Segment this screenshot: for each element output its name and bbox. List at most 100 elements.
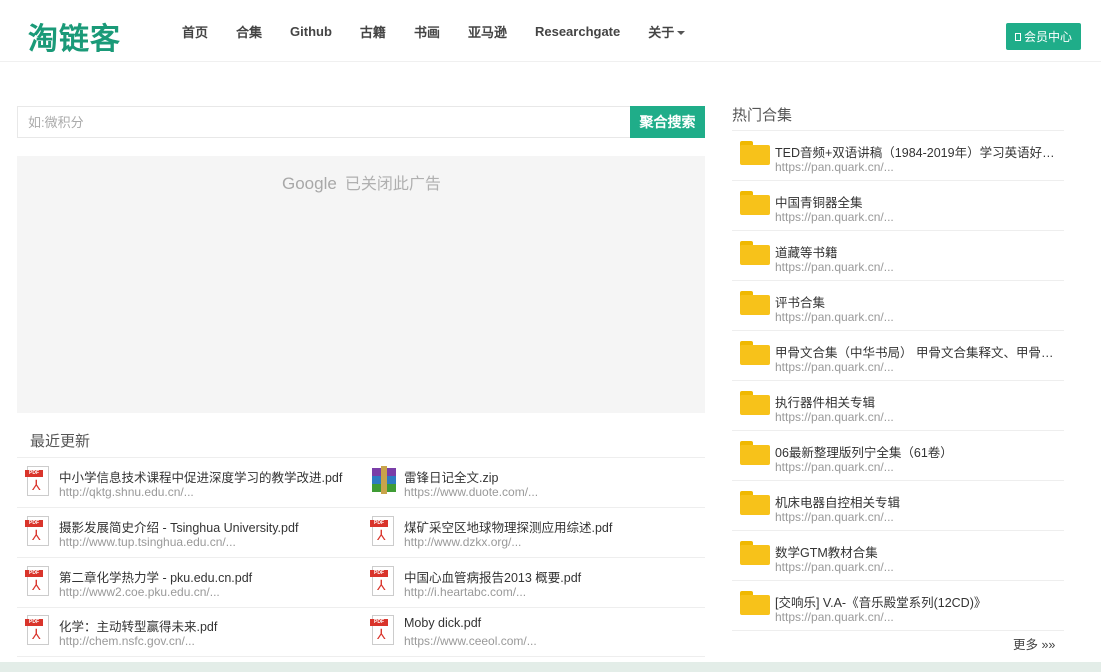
ad-google-brand: Google (282, 174, 337, 193)
nav-collections[interactable]: 合集 (236, 22, 262, 41)
recent-item-url: http://www.dzkx.org/... (404, 535, 522, 549)
collection-item[interactable]: 道藏等书籍 https://pan.quark.cn/... (732, 231, 1064, 281)
recent-item-url: http://chem.nsfc.gov.cn/... (59, 634, 195, 648)
recent-item[interactable]: PDF ⅄ 摄影发展简史介绍 - Tsinghua University.pdf … (17, 510, 357, 558)
nav-amazon[interactable]: 亚马逊 (468, 22, 507, 41)
zip-icon (370, 466, 396, 496)
ad-closed-notice: Google 已关闭此广告 (282, 170, 441, 194)
search-input[interactable] (17, 106, 630, 138)
collection-item[interactable]: [交响乐] V.A-《音乐殿堂系列(12CD)》 https://pan.qua… (732, 581, 1064, 631)
collection-item[interactable]: 机床电器自控相关专辑 https://pan.quark.cn/... (732, 481, 1064, 531)
recent-item-url: http://www.tup.tsinghua.edu.cn/... (59, 535, 236, 549)
folder-icon (740, 141, 770, 165)
collection-item[interactable]: 数学GTM教材合集 https://pan.quark.cn/... (732, 531, 1064, 581)
page-bottom-edge (0, 662, 1101, 672)
site-logo[interactable]: 淘链客 (28, 14, 121, 58)
collection-name: 甲骨文合集（中华书局） 甲骨文合集释文、甲骨文... (775, 346, 1060, 360)
collection-item[interactable]: 中国青铜器全集 https://pan.quark.cn/... (732, 181, 1064, 231)
ad-placeholder: Google 已关闭此广告 (17, 156, 705, 413)
pdf-icon: PDF ⅄ (25, 566, 51, 596)
recent-item-name: 雷锋日记全文.zip (404, 471, 499, 485)
recent-item-name: 煤矿采空区地球物理探测应用综述.pdf (404, 521, 613, 535)
recent-item-url: http://qktg.shnu.edu.cn/... (59, 485, 194, 499)
collection-name: 机床电器自控相关专辑 (775, 496, 901, 510)
collection-url: https://pan.quark.cn/... (775, 610, 894, 624)
folder-icon (740, 341, 770, 365)
recent-item-name: 化学：主动转型赢得未来.pdf (59, 620, 218, 634)
recent-item-name: 第二章化学热力学 - pku.edu.cn.pdf (59, 571, 253, 585)
recent-item[interactable]: PDF ⅄ 化学：主动转型赢得未来.pdf http://chem.nsfc.go… (17, 609, 357, 657)
pdf-icon: PDF ⅄ (25, 615, 51, 645)
search-bar: 聚合搜索 (17, 106, 705, 138)
member-center-label: 会员中心 (1023, 30, 1072, 44)
collection-name: [交响乐] V.A-《音乐殿堂系列(12CD)》 (775, 596, 987, 610)
collection-url: https://pan.quark.cn/... (775, 160, 894, 174)
folder-icon (740, 541, 770, 565)
nav-about[interactable]: 关于 (648, 22, 686, 41)
divider (17, 457, 705, 458)
site-header: 淘链客 首页 合集 Github 古籍 书画 亚马逊 Researchgate … (0, 0, 1101, 62)
collection-url: https://pan.quark.cn/... (775, 210, 894, 224)
recent-title: 最近更新 (30, 433, 91, 450)
pdf-icon: PDF ⅄ (370, 615, 396, 645)
recent-item-name: 中小学信息技术课程中促进深度学习的教学改进.pdf (59, 471, 343, 485)
collection-url: https://pan.quark.cn/... (775, 360, 894, 374)
collection-item[interactable]: TED音频+双语讲稿（1984-2019年）学习英语好资... https://… (732, 131, 1064, 181)
recent-item[interactable]: 雷锋日记全文.zip https://www.duote.com/... (362, 460, 702, 508)
divider (17, 507, 705, 508)
nav-about-label: 关于 (648, 24, 675, 40)
member-center-button[interactable]: 会员中心 (1006, 23, 1081, 50)
collection-name: 06最新整理版列宁全集（61卷） (775, 446, 953, 460)
pdf-icon: PDF ⅄ (25, 466, 51, 496)
recent-item-name: 中国心血管病报告2013 概要.pdf (404, 571, 582, 585)
recent-item[interactable]: PDF ⅄ 煤矿采空区地球物理探测应用综述.pdf http://www.dzkx… (362, 510, 702, 558)
ad-closed-text: 已关闭此广告 (344, 176, 441, 193)
caret-down-icon (677, 31, 686, 36)
recent-item-url: http://i.heartabc.com/... (404, 585, 527, 599)
collection-item[interactable]: 评书合集 https://pan.quark.cn/... (732, 281, 1064, 331)
nav-home[interactable]: 首页 (182, 22, 208, 41)
collection-name: 数学GTM教材合集 (775, 546, 878, 560)
recent-item-url: http://www2.coe.pku.edu.cn/... (59, 585, 220, 599)
pdf-icon: PDF ⅄ (370, 516, 396, 546)
folder-icon (740, 591, 770, 615)
main-nav: 首页 合集 Github 古籍 书画 亚马逊 Researchgate 关于 (168, 0, 699, 62)
folder-icon (740, 441, 770, 465)
recent-item-name: 摄影发展简史介绍 - Tsinghua University.pdf (59, 521, 299, 535)
recent-item[interactable]: PDF ⅄ Moby dick.pdf https://www.ceeol.com… (362, 609, 702, 657)
collection-url: https://pan.quark.cn/... (775, 260, 894, 274)
folder-icon (740, 291, 770, 315)
folder-icon (740, 491, 770, 515)
more-link[interactable]: 更多 »» (1013, 634, 1055, 653)
collection-name: 评书合集 (775, 296, 826, 310)
recent-item[interactable]: PDF ⅄ 中小学信息技术课程中促进深度学习的教学改进.pdf http://qk… (17, 460, 357, 508)
collection-name: 道藏等书籍 (775, 246, 838, 260)
nav-github[interactable]: Github (290, 24, 332, 39)
collection-url: https://pan.quark.cn/... (775, 560, 894, 574)
nav-calligraphy[interactable]: 书画 (414, 22, 440, 41)
user-icon (1014, 32, 1021, 41)
folder-icon (740, 191, 770, 215)
folder-icon (740, 241, 770, 265)
nav-researchgate[interactable]: Researchgate (535, 24, 620, 39)
collection-item[interactable]: 06最新整理版列宁全集（61卷） https://pan.quark.cn/..… (732, 431, 1064, 481)
recent-item[interactable]: PDF ⅄ 第二章化学热力学 - pku.edu.cn.pdf http://ww… (17, 560, 357, 608)
hot-collections-title: 热门合集 (732, 107, 793, 124)
collection-url: https://pan.quark.cn/... (775, 460, 894, 474)
collection-url: https://pan.quark.cn/... (775, 310, 894, 324)
pdf-icon: PDF ⅄ (370, 566, 396, 596)
folder-icon (740, 391, 770, 415)
pdf-icon: PDF ⅄ (25, 516, 51, 546)
search-button[interactable]: 聚合搜索 (630, 106, 705, 138)
collection-item[interactable]: 执行器件相关专辑 https://pan.quark.cn/... (732, 381, 1064, 431)
collection-url: https://pan.quark.cn/... (775, 510, 894, 524)
collection-name: TED音频+双语讲稿（1984-2019年）学习英语好资... (775, 146, 1060, 160)
collection-item[interactable]: 甲骨文合集（中华书局） 甲骨文合集释文、甲骨文... https://pan.q… (732, 331, 1064, 381)
recent-item-url: https://www.ceeol.com/... (404, 634, 537, 648)
divider (17, 557, 705, 558)
recent-item-name: Moby dick.pdf (404, 616, 482, 630)
divider (17, 607, 705, 608)
recent-item[interactable]: PDF ⅄ 中国心血管病报告2013 概要.pdf http://i.hearta… (362, 560, 702, 608)
recent-item-url: https://www.duote.com/... (404, 485, 539, 499)
nav-ancient-books[interactable]: 古籍 (360, 22, 386, 41)
